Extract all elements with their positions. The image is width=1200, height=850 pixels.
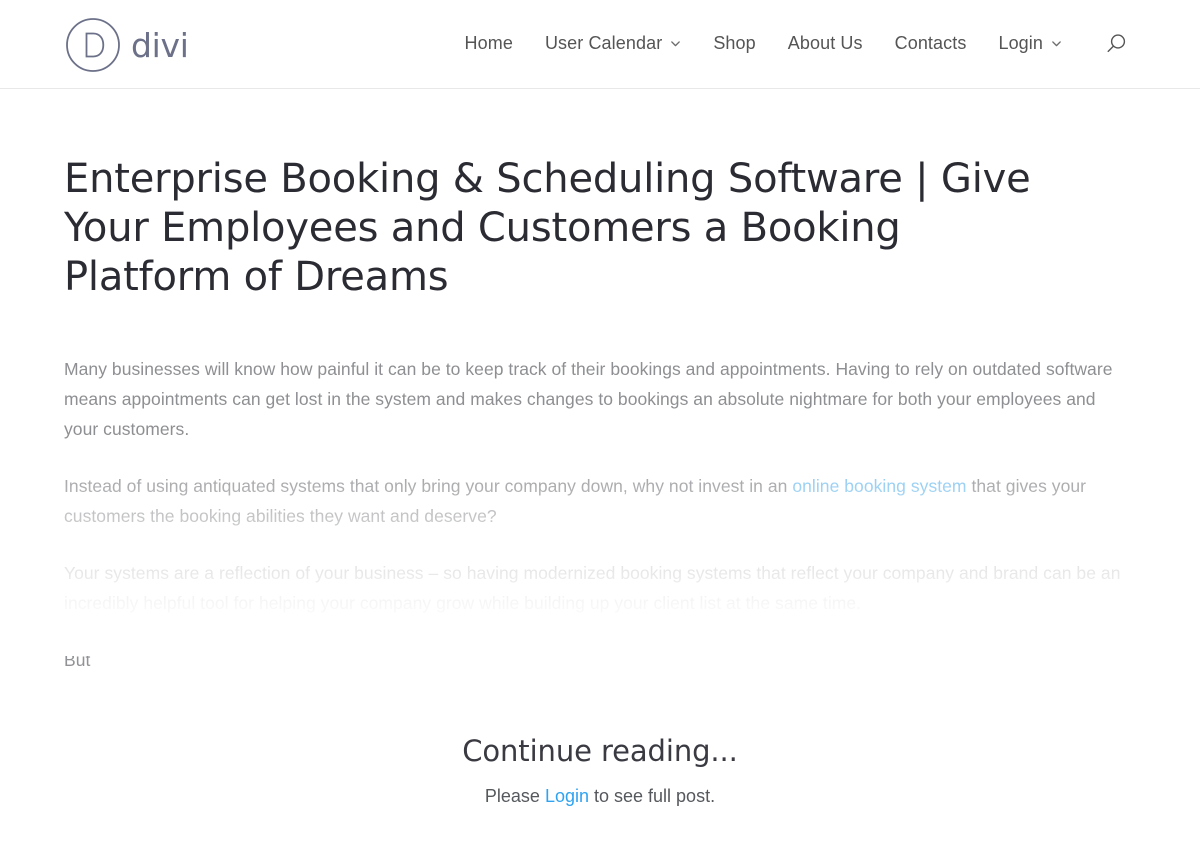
- login-prompt: Please Login to see full post.: [64, 784, 1136, 809]
- page-title: Enterprise Booking & Scheduling Software…: [64, 156, 1031, 300]
- nav-link-about-us[interactable]: About Us: [772, 23, 879, 65]
- nav-item-contacts: Contacts: [879, 23, 983, 65]
- online-booking-system-link[interactable]: online booking system: [792, 476, 966, 496]
- chevron-down-icon: [670, 33, 681, 55]
- search-icon[interactable]: [1096, 24, 1136, 64]
- logo-wordmark: divi: [131, 25, 189, 65]
- nav-link-contacts[interactable]: Contacts: [879, 23, 983, 65]
- primary-navigation: Home User Calendar Shop About Us Contact…: [449, 23, 1136, 65]
- nav-item-user-calendar: User Calendar: [529, 23, 697, 65]
- post-paragraph-4: But: [64, 650, 91, 671]
- nav-link-login[interactable]: Login: [982, 23, 1078, 65]
- main-content: Enterprise Booking & Scheduling Software…: [0, 89, 1200, 809]
- paragraph-2-text-before-link: Instead of using antiquated systems that…: [64, 476, 793, 497]
- nav-item-home: Home: [449, 23, 529, 65]
- site-header: divi Home User Calendar Shop About Us Co…: [0, 0, 1200, 89]
- nav-label-contacts: Contacts: [894, 33, 967, 54]
- nav-label-about-us: About Us: [787, 33, 863, 54]
- chevron-down-icon: [1051, 33, 1062, 55]
- nav-item-login: Login: [982, 23, 1078, 65]
- post-paragraph-2: Instead of using antiquated systems that…: [64, 471, 1124, 531]
- site-logo[interactable]: divi: [64, 16, 189, 74]
- login-link[interactable]: Login: [545, 786, 589, 806]
- nav-label-user-calendar: User Calendar: [544, 33, 663, 54]
- login-prompt-after: to see full post.: [589, 786, 716, 807]
- nav-link-home[interactable]: Home: [449, 23, 529, 65]
- post-paragraph-3: Your systems are a reflection of your bu…: [64, 563, 1121, 614]
- post-body: Many businesses will know how painful it…: [0, 354, 1200, 675]
- nav-label-login: Login: [998, 33, 1043, 54]
- nav-label-shop: Shop: [713, 33, 756, 54]
- nav-link-shop[interactable]: Shop: [697, 23, 771, 65]
- nav-link-user-calendar[interactable]: User Calendar: [529, 23, 697, 65]
- post-paragraph-1: Many businesses will know how painful it…: [64, 359, 1113, 440]
- continue-reading-heading: Continue reading...: [462, 734, 738, 769]
- login-prompt-before: Please: [484, 786, 545, 807]
- divi-logo-icon: [64, 16, 122, 74]
- paywall-block: Continue reading... Please Login to see …: [64, 733, 1136, 809]
- nav-list: Home User Calendar Shop About Us Contact…: [449, 23, 1078, 65]
- nav-label-home: Home: [464, 33, 513, 54]
- nav-item-about-us: About Us: [772, 23, 879, 65]
- nav-item-shop: Shop: [697, 23, 771, 65]
